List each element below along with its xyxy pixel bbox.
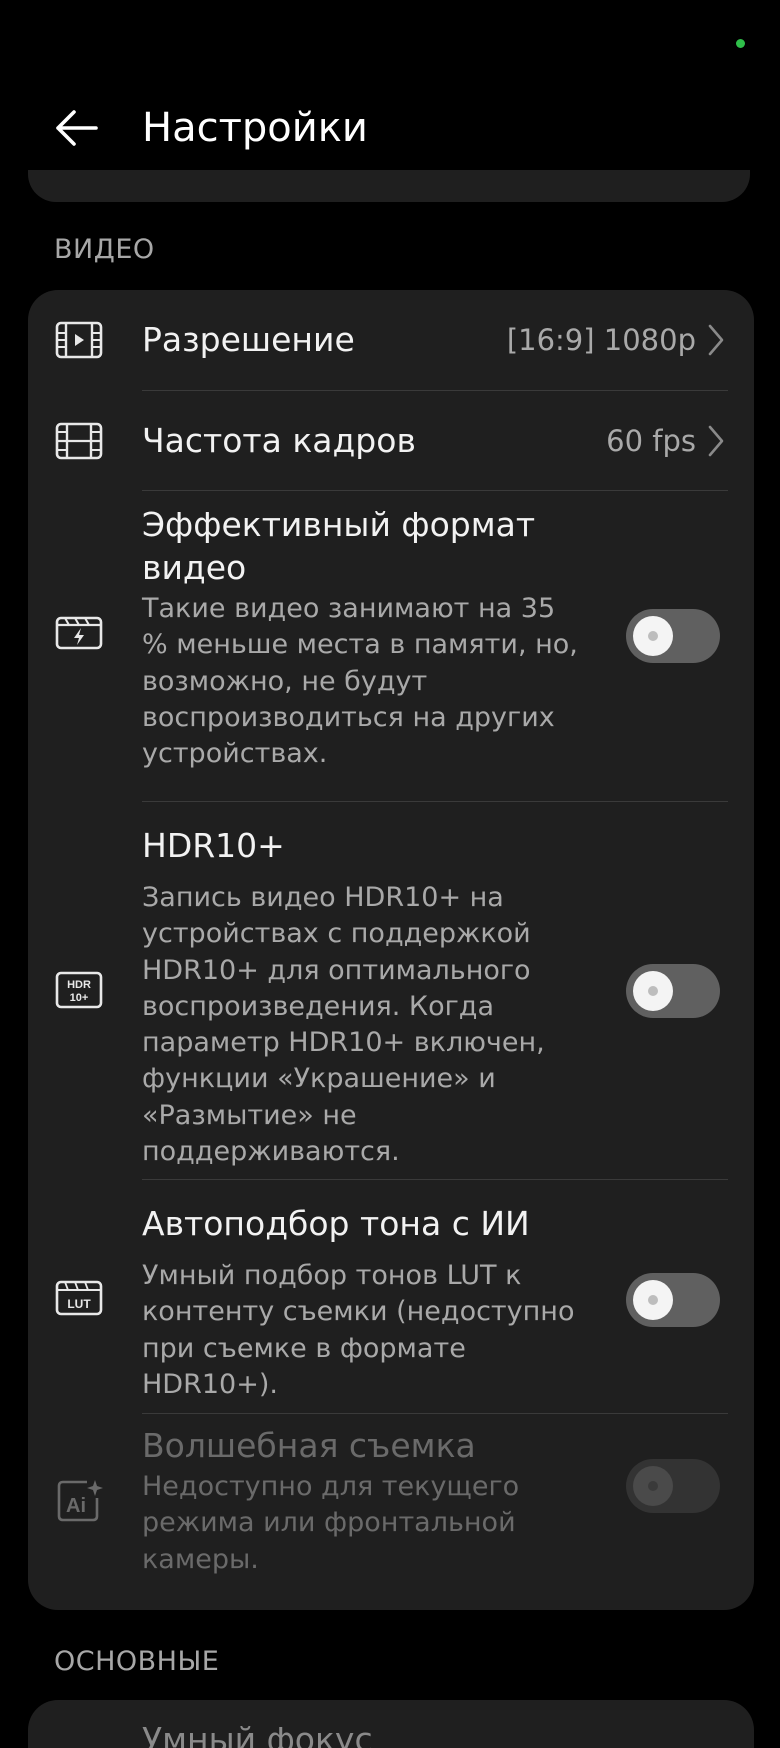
ai-sparkle-icon: Ai: [54, 1476, 104, 1526]
efficient-format-toggle[interactable]: [626, 609, 720, 663]
svg-text:HDR: HDR: [67, 979, 91, 991]
basic-settings-card: [28, 1700, 754, 1748]
magic-shot-title: Волшебная съемка: [142, 1426, 476, 1465]
hdr10-icon: HDR 10+: [54, 965, 104, 1015]
clapper-bolt-icon: [54, 606, 104, 656]
toggle-knob: [633, 971, 673, 1011]
hdr10-row[interactable]: HDR 10+ HDR10+ Запись видео HDR10+ на ус…: [28, 802, 754, 1179]
ai-tone-row[interactable]: LUT Автоподбор тона с ИИ Умный подбор то…: [28, 1180, 754, 1413]
lut-icon: LUT: [54, 1272, 104, 1322]
ai-tone-description: Умный подбор тонов LUT к контенту съемки…: [142, 1260, 575, 1400]
section-label-basic: ОСНОВНЫЕ: [54, 1646, 220, 1677]
toggle-knob: [633, 1280, 673, 1320]
hdr10-title: HDR10+: [142, 826, 285, 865]
efficient-format-title: Эффективный формат видео: [142, 505, 536, 587]
ai-tone-title: Автоподбор тона с ИИ: [142, 1204, 530, 1243]
resolution-value: [16:9] 1080p: [506, 323, 696, 357]
page-title: Настройки: [142, 105, 368, 151]
svg-text:LUT: LUT: [67, 1297, 91, 1311]
efficient-format-description: Такие видео занимают на 35 % меньше мест…: [142, 593, 578, 770]
magic-shot-row: Ai Волшебная съемка Недоступно для текущ…: [28, 1414, 754, 1610]
video-settings-card: Разрешение [16:9] 1080p Частота кадров 6…: [28, 290, 754, 1610]
frame-rate-value: 60 fps: [606, 424, 696, 458]
arrow-left-icon: [56, 110, 98, 146]
svg-text:Ai: Ai: [66, 1495, 86, 1517]
frame-rate-row[interactable]: Частота кадров 60 fps: [28, 391, 754, 491]
section-label-video: ВИДЕО: [54, 234, 155, 265]
film-strip-icon: [54, 416, 104, 466]
back-button[interactable]: [46, 100, 106, 156]
smart-focus-title[interactable]: Умный фокус: [142, 1718, 373, 1748]
toggle-knob: [633, 1466, 673, 1506]
chevron-right-icon: [708, 324, 724, 356]
previous-section-card-edge: [28, 170, 750, 202]
settings-screen: Настройки ВИДЕО Разрешение [16:9] 1080p …: [0, 0, 780, 1748]
video-resolution-icon: [54, 315, 104, 365]
chevron-right-icon: [708, 425, 724, 457]
header: Настройки: [0, 92, 780, 164]
svg-text:10+: 10+: [70, 992, 89, 1004]
efficient-format-row[interactable]: Эффективный формат видео Такие видео зан…: [28, 491, 754, 801]
hdr10-toggle[interactable]: [626, 964, 720, 1018]
status-indicator-dot: [736, 39, 745, 48]
magic-shot-description: Недоступно для текущего режима или фронт…: [142, 1471, 520, 1575]
hdr10-description: Запись видео HDR10+ на устройствах с под…: [142, 882, 545, 1168]
frame-rate-title: Частота кадров: [142, 421, 416, 460]
magic-shot-toggle: [626, 1459, 720, 1513]
resolution-row[interactable]: Разрешение [16:9] 1080p: [28, 290, 754, 390]
ai-tone-toggle[interactable]: [626, 1273, 720, 1327]
resolution-title: Разрешение: [142, 320, 355, 359]
toggle-knob: [633, 616, 673, 656]
